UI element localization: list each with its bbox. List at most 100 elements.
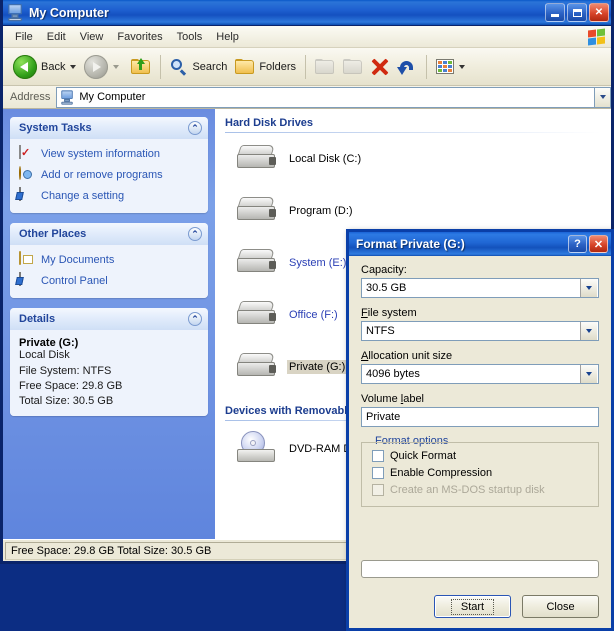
forward-dropdown-icon [113,65,119,69]
search-icon [170,58,188,76]
file-system-select[interactable]: NTFS [361,321,599,341]
minimize-button[interactable] [545,3,565,22]
allocation-unit-label: Allocation unit size [361,350,599,362]
panel-other-places-header[interactable]: Other Places ⌃ [10,223,208,245]
my-computer-icon [61,90,75,104]
help-button[interactable]: ? [568,235,587,253]
file-system-label: FNTFSile system [361,307,599,319]
chevron-up-icon[interactable]: ⌃ [188,121,202,135]
format-dialog-titlebar: Format Private (G:) ? ✕ [349,232,611,256]
menu-favorites[interactable]: Favorites [110,29,169,45]
window-title: My Computer [29,6,545,20]
quick-format-checkbox[interactable] [372,450,384,462]
address-dropdown-icon[interactable] [594,87,611,108]
list-item-label: Office (F:) [287,308,340,322]
status-free-space: Free Space: 29.8 GB Total Size: 30.5 GB [5,542,397,560]
format-dialog-body: Capacity: 30.5 GB FNTFSile system NTFS A… [349,256,611,628]
panel-other-places-title: Other Places [19,228,188,240]
back-dropdown-icon[interactable] [70,65,76,69]
forward-button [80,52,123,82]
volume-label-input[interactable]: Private [361,407,599,427]
address-value: My Computer [79,91,145,103]
list-item-label: Local Disk (C:) [287,152,363,166]
close-dialog-button-label: Close [546,601,574,613]
control-panel-icon [19,188,35,204]
forward-arrow-icon [84,55,108,79]
capacity-value: 30.5 GB [362,282,580,294]
sidebar-item-label: Control Panel [41,275,108,287]
sidebar-item-label: View system information [41,148,160,160]
sidebar-item-view-system-information[interactable]: ✓ View system information [19,146,200,162]
panel-system-tasks-title: System Tasks [19,122,188,134]
control-panel-icon [19,273,35,289]
toolbar: Back Search Folders [3,48,611,86]
panel-system-tasks: System Tasks ⌃ ✓ View system information… [10,117,208,213]
my-computer-icon [7,4,25,22]
views-dropdown-icon[interactable] [459,65,465,69]
menu-tools[interactable]: Tools [170,29,210,45]
address-bar: Address My Computer [3,86,611,109]
sidebar-item-add-or-remove-programs[interactable]: Add or remove programs [19,167,200,183]
undo-icon [397,58,417,76]
enable-compression-checkbox[interactable] [372,467,384,479]
details-file-system: File System: NTFS [19,365,200,377]
views-icon [436,59,454,74]
format-options-group: Format options Quick Format Enable Compr… [361,442,599,507]
close-button[interactable]: ✕ [589,235,608,253]
chevron-up-icon[interactable]: ⌃ [188,227,202,241]
back-button[interactable]: Back [9,52,80,82]
enable-compression-row[interactable]: Enable Compression [372,467,588,479]
panel-system-tasks-header[interactable]: System Tasks ⌃ [10,117,208,139]
chevron-up-icon[interactable]: ⌃ [188,312,202,326]
sidebar-item-label: Change a setting [41,190,124,202]
panel-details-title: Details [19,313,188,325]
quick-format-label: Quick Format [390,450,456,462]
add-remove-programs-icon [19,167,35,183]
windows-flag-logo [587,28,607,46]
menu-bar: File Edit View Favorites Tools Help [3,26,611,48]
folders-icon [235,59,255,75]
list-item[interactable]: Local Disk (C:) [215,133,611,185]
move-to-button [311,52,339,82]
close-dialog-button[interactable]: Close [522,595,599,618]
search-button[interactable]: Search [166,52,231,82]
quick-format-row[interactable]: Quick Format [372,450,588,462]
chevron-down-icon[interactable] [580,365,597,383]
address-label: Address [3,91,56,103]
dialog-buttons: Start Close [361,595,599,618]
delete-button[interactable] [367,52,393,82]
group-header-hard-disk-drives: Hard Disk Drives [225,117,611,129]
up-button[interactable] [123,52,155,82]
close-button[interactable]: ✕ [589,3,609,22]
start-button[interactable]: Start [434,595,511,618]
views-button[interactable] [432,52,469,82]
panel-details-header[interactable]: Details ⌃ [10,308,208,330]
menu-view[interactable]: View [73,29,111,45]
menu-file[interactable]: File [8,29,40,45]
chevron-down-icon[interactable] [580,279,597,297]
maximize-button[interactable] [567,3,587,22]
menu-help[interactable]: Help [209,29,246,45]
window-titlebar: My Computer ✕ [3,0,611,26]
back-label: Back [41,61,65,73]
undo-button[interactable] [393,52,421,82]
up-folder-icon [131,59,151,75]
sidebar-item-my-documents[interactable]: My Documents [19,252,200,268]
format-dialog-title: Format Private (G:) [356,237,566,251]
details-total-size: Total Size: 30.5 GB [19,395,200,407]
menu-edit[interactable]: Edit [40,29,73,45]
allocation-unit-select[interactable]: 4096 bytes [361,364,599,384]
chevron-down-icon[interactable] [580,322,597,340]
format-progress-bar [361,560,599,578]
my-documents-icon [19,252,35,268]
sidebar-item-label: Add or remove programs [41,169,163,181]
folders-button[interactable]: Folders [231,52,300,82]
delete-icon [371,58,389,76]
capacity-select[interactable]: 30.5 GB [361,278,599,298]
window-controls: ✕ [545,3,609,22]
sidebar-item-control-panel[interactable]: Control Panel [19,273,200,289]
hard-drive-icon [237,299,279,331]
sidebar-item-change-a-setting[interactable]: Change a setting [19,188,200,204]
address-input[interactable]: My Computer [56,87,594,108]
list-item-label: System (E:) [287,256,348,270]
